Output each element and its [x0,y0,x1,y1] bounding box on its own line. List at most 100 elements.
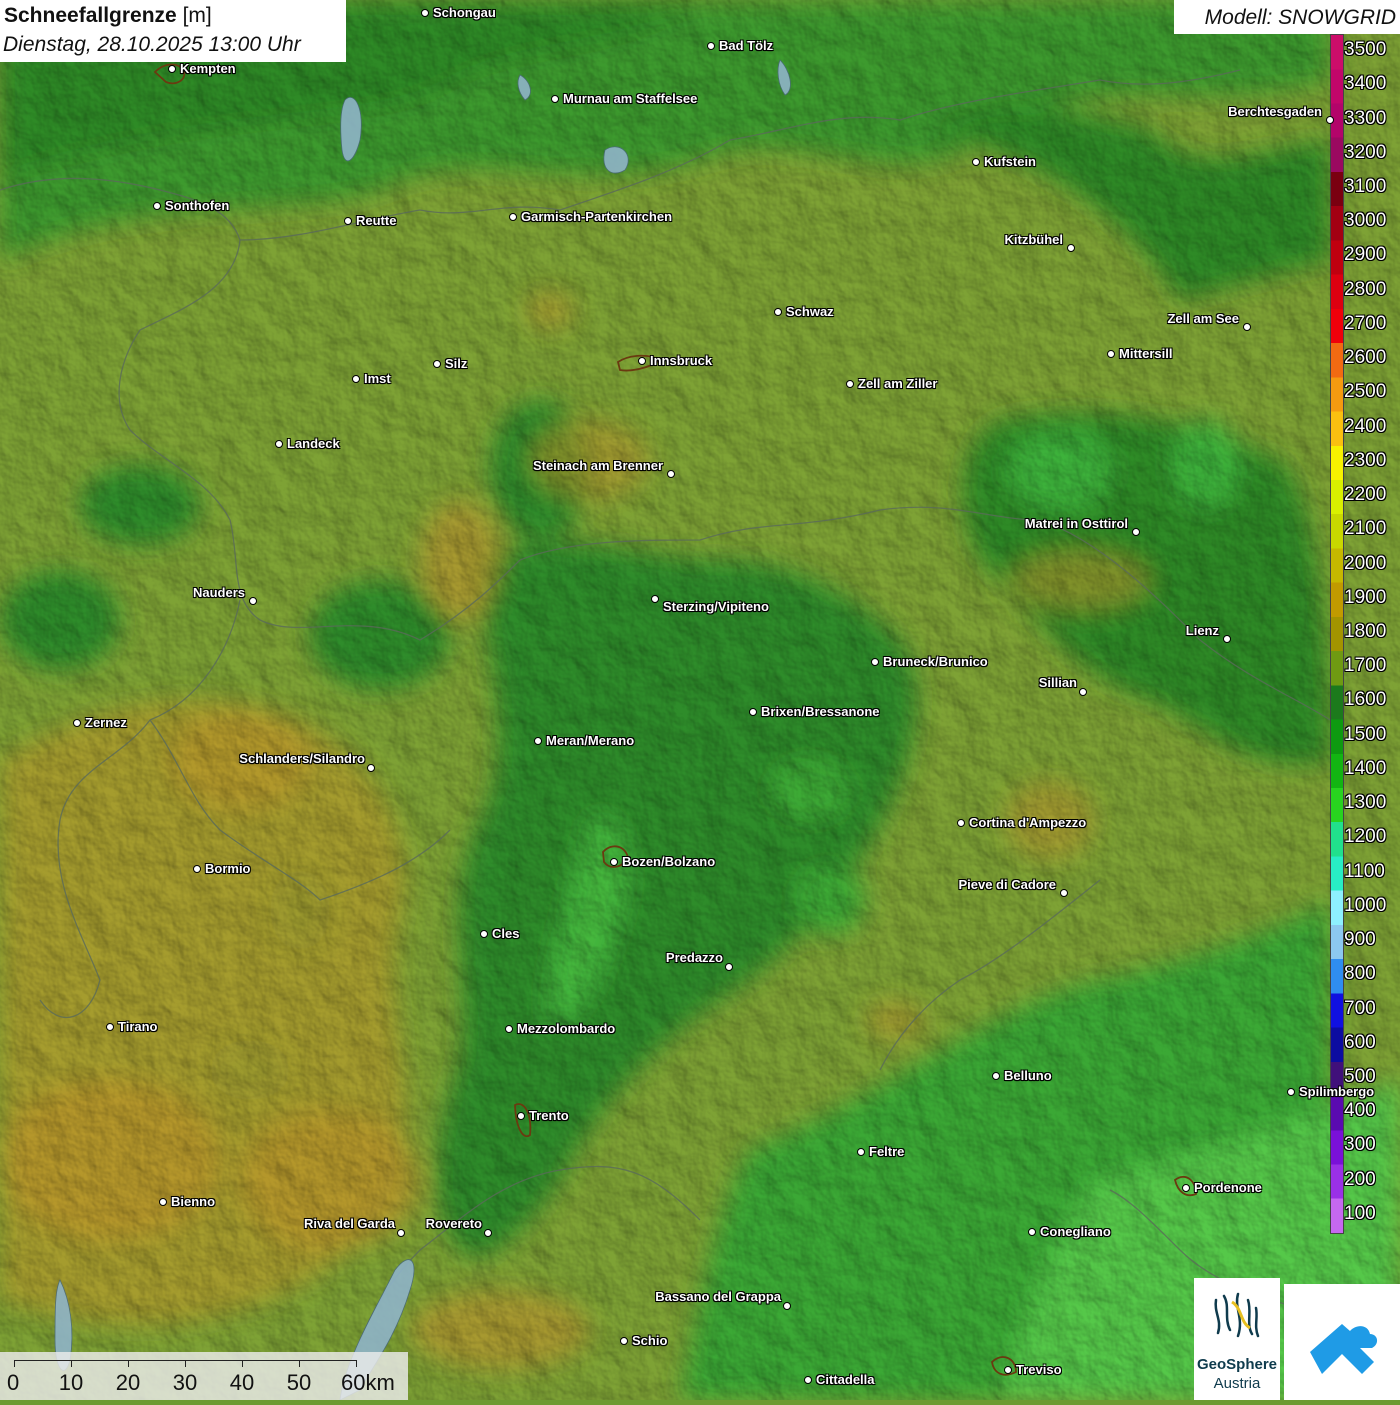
city-label[interactable]: Conegliano [1040,1224,1111,1239]
city-label[interactable]: Nauders [193,585,245,600]
city-label[interactable]: Berchtesgaden [1228,104,1322,119]
city-label[interactable]: Kempten [180,61,236,76]
city-marker[interactable] [421,9,429,17]
city-label[interactable]: Bruneck/Brunico [883,654,988,669]
city-marker[interactable] [1132,528,1140,536]
city-marker[interactable] [484,1229,492,1237]
city-marker[interactable] [992,1072,1000,1080]
city-marker[interactable] [783,1302,791,1310]
city-label[interactable]: Kufstein [984,154,1036,169]
city-label[interactable]: Landeck [287,436,340,451]
geosphere-logo[interactable]: GeoSphere Austria [1194,1278,1280,1400]
city-marker[interactable] [505,1025,513,1033]
city-marker[interactable] [517,1112,525,1120]
city-marker[interactable] [1243,323,1251,331]
city-label[interactable]: Meran/Merano [546,733,634,748]
city-label[interactable]: Cortina d'Ampezzo [969,815,1086,830]
city-label[interactable]: Spilimbergo [1299,1084,1374,1099]
city-marker[interactable] [1004,1366,1012,1374]
city-marker[interactable] [509,213,517,221]
city-marker[interactable] [193,865,201,873]
city-label[interactable]: Bassano del Grappa [655,1289,781,1304]
city-marker[interactable] [972,158,980,166]
city-marker[interactable] [73,719,81,727]
city-label[interactable]: Bormio [205,861,251,876]
city-label[interactable]: Cles [492,926,519,941]
city-marker[interactable] [534,737,542,745]
city-marker[interactable] [846,380,854,388]
city-marker[interactable] [344,217,352,225]
city-marker[interactable] [651,595,659,603]
city-marker[interactable] [480,930,488,938]
city-marker[interactable] [1223,635,1231,643]
city-marker[interactable] [749,708,757,716]
city-label[interactable]: Steinach am Brenner [533,458,663,473]
city-marker[interactable] [397,1229,405,1237]
city-marker[interactable] [275,440,283,448]
city-marker[interactable] [620,1337,628,1345]
city-label[interactable]: Mittersill [1119,346,1172,361]
city-marker[interactable] [857,1148,865,1156]
city-marker[interactable] [352,375,360,383]
city-label[interactable]: Schlanders/Silandro [239,751,365,766]
city-marker[interactable] [1079,688,1087,696]
city-label[interactable]: Predazzo [666,950,723,965]
city-label[interactable]: Mezzolombardo [517,1021,615,1036]
city-label[interactable]: Kitzbühel [1005,232,1064,247]
city-label[interactable]: Tirano [118,1019,158,1034]
city-marker[interactable] [1028,1228,1036,1236]
city-label[interactable]: Schwaz [786,304,834,319]
city-label[interactable]: Bienno [171,1194,215,1209]
city-label[interactable]: Lienz [1186,623,1219,638]
city-marker[interactable] [707,42,715,50]
city-label[interactable]: Matrei in Osttirol [1025,516,1128,531]
city-label[interactable]: Imst [364,371,391,386]
city-label[interactable]: Pordenone [1194,1180,1262,1195]
city-marker[interactable] [1287,1088,1295,1096]
city-marker[interactable] [1060,889,1068,897]
city-marker[interactable] [871,658,879,666]
city-label[interactable]: Murnau am Staffelsee [563,91,697,106]
city-marker[interactable] [774,308,782,316]
city-marker[interactable] [804,1376,812,1384]
city-label[interactable]: Brixen/Bressanone [761,704,880,719]
city-label[interactable]: Sillian [1039,675,1077,690]
city-label[interactable]: Feltre [869,1144,904,1159]
city-marker[interactable] [153,202,161,210]
city-label[interactable]: Belluno [1004,1068,1052,1083]
city-label[interactable]: Trento [529,1108,569,1123]
city-marker[interactable] [367,764,375,772]
city-label[interactable]: Sterzing/Vipiteno [663,599,769,614]
city-marker[interactable] [667,470,675,478]
city-label[interactable]: Riva del Garda [304,1216,395,1231]
city-label[interactable]: Innsbruck [650,353,712,368]
city-marker[interactable] [168,65,176,73]
city-label[interactable]: Cittadella [816,1372,875,1387]
city-marker[interactable] [1067,244,1075,252]
city-marker[interactable] [957,819,965,827]
city-label[interactable]: Treviso [1016,1362,1062,1377]
city-label[interactable]: Sonthofen [165,198,229,213]
city-label[interactable]: Rovereto [426,1216,482,1231]
city-label[interactable]: Bozen/Bolzano [622,854,715,869]
city-marker[interactable] [249,597,257,605]
city-marker[interactable] [638,357,646,365]
city-label[interactable]: Zernez [85,715,127,730]
city-marker[interactable] [1182,1184,1190,1192]
city-marker[interactable] [610,858,618,866]
city-marker[interactable] [106,1023,114,1031]
city-label[interactable]: Schio [632,1333,667,1348]
city-label[interactable]: Zell am Ziller [858,376,937,391]
city-label[interactable]: Garmisch-Partenkirchen [521,209,672,224]
city-marker[interactable] [433,360,441,368]
city-label[interactable]: Zell am See [1167,311,1239,326]
city-marker[interactable] [551,95,559,103]
city-marker[interactable] [1326,116,1334,124]
app-logo[interactable] [1284,1284,1400,1400]
city-label[interactable]: Bad Tölz [719,38,773,53]
city-label[interactable]: Pieve di Cadore [958,877,1056,892]
city-marker[interactable] [1107,350,1115,358]
city-label[interactable]: Schongau [433,5,496,20]
city-label[interactable]: Silz [445,356,467,371]
city-marker[interactable] [159,1198,167,1206]
